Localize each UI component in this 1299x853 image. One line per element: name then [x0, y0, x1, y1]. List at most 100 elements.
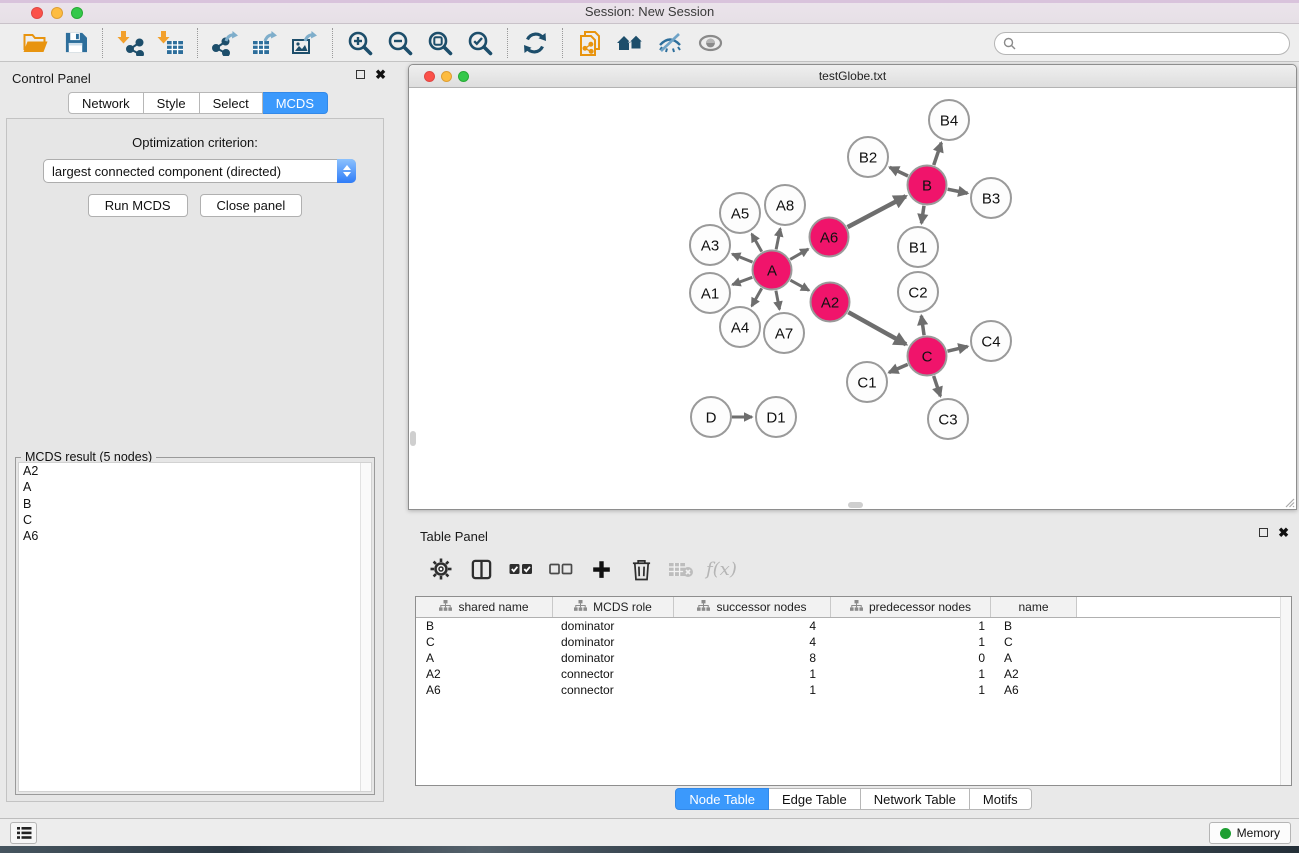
- graph-edge-A-A3[interactable]: [732, 254, 752, 262]
- graph-edge-B-B3[interactable]: [948, 189, 968, 193]
- mcds-result-item[interactable]: B: [19, 496, 371, 512]
- graph-node-C2[interactable]: C2: [898, 272, 938, 312]
- graph-edge-A6-B[interactable]: [848, 196, 906, 227]
- graph-node-A[interactable]: A: [753, 251, 792, 290]
- graph-node-A4[interactable]: A4: [720, 307, 760, 347]
- select-all-rows-icon[interactable]: [506, 554, 536, 584]
- graph-node-A8[interactable]: A8: [765, 185, 805, 225]
- graph-edge-C-C2[interactable]: [921, 316, 924, 335]
- cell-successor-nodes[interactable]: 4: [674, 618, 831, 634]
- graph-edge-A2-C[interactable]: [848, 312, 906, 344]
- graph-edge-B-B1[interactable]: [921, 206, 924, 223]
- cell-successor-nodes[interactable]: 4: [674, 634, 831, 650]
- mcds-result-item[interactable]: A6: [19, 528, 371, 544]
- cell-successor-nodes[interactable]: 1: [674, 682, 831, 698]
- column-header-successor-nodes[interactable]: successor nodes: [674, 597, 831, 617]
- graph-node-D1[interactable]: D1: [756, 397, 796, 437]
- cell-predecessor-nodes[interactable]: 1: [831, 666, 991, 682]
- graph-node-A7[interactable]: A7: [764, 313, 804, 353]
- table-tab-node-table[interactable]: Node Table: [675, 788, 769, 810]
- cell-predecessor-nodes[interactable]: 1: [831, 634, 991, 650]
- table-row[interactable]: A6connector11A6: [416, 682, 1291, 698]
- table-scrollbar[interactable]: [1280, 597, 1291, 785]
- show-columns-icon[interactable]: [466, 554, 496, 584]
- graph-edge-A-A1[interactable]: [733, 277, 753, 284]
- zoom-out-icon[interactable]: [380, 27, 420, 59]
- network-canvas[interactable]: AA1A3A4A5A7A8A6A2BB1B2B3B4CC1C2C3C4DD1: [409, 88, 1296, 509]
- cell-shared-name[interactable]: A: [416, 650, 553, 666]
- cell-predecessor-nodes[interactable]: 1: [831, 682, 991, 698]
- open-session-icon[interactable]: [15, 27, 55, 59]
- graph-node-C1[interactable]: C1: [847, 362, 887, 402]
- create-column-icon[interactable]: [586, 554, 616, 584]
- cell-shared-name[interactable]: A6: [416, 682, 553, 698]
- zoom-selected-icon[interactable]: [460, 27, 500, 59]
- cell-MCDS-role[interactable]: dominator: [553, 650, 674, 666]
- mcds-result-item[interactable]: C: [19, 512, 371, 528]
- cell-predecessor-nodes[interactable]: 0: [831, 650, 991, 666]
- graph-node-C[interactable]: C: [908, 337, 947, 376]
- cell-name[interactable]: A: [991, 650, 1077, 666]
- tab-style[interactable]: Style: [144, 92, 200, 114]
- table-tab-motifs[interactable]: Motifs: [970, 788, 1032, 810]
- save-session-icon[interactable]: [55, 27, 95, 59]
- cell-MCDS-role[interactable]: dominator: [553, 618, 674, 634]
- cell-MCDS-role[interactable]: connector: [553, 666, 674, 682]
- graph-edge-A-A5[interactable]: [752, 234, 762, 252]
- graph-edge-A-A7[interactable]: [776, 291, 780, 310]
- export-table-icon[interactable]: [245, 27, 285, 59]
- optimization-criterion-dropdown[interactable]: largest connected component (directed): [43, 159, 356, 183]
- graph-edge-C-C3[interactable]: [934, 376, 941, 396]
- close-table-panel-icon[interactable]: ✖: [1278, 528, 1289, 537]
- table-row[interactable]: Bdominator41B: [416, 618, 1291, 634]
- cell-name[interactable]: C: [991, 634, 1077, 650]
- float-table-panel-icon[interactable]: [1259, 528, 1268, 537]
- cell-name[interactable]: A2: [991, 666, 1077, 682]
- result-list-scrollbar[interactable]: [360, 463, 371, 791]
- search-input[interactable]: [1021, 37, 1281, 51]
- graph-node-C4[interactable]: C4: [971, 321, 1011, 361]
- unselect-all-rows-icon[interactable]: [546, 554, 576, 584]
- graph-edge-A-A4[interactable]: [752, 288, 762, 306]
- mcds-result-list[interactable]: A2ABCA6: [18, 462, 372, 792]
- graph-edge-B-B4[interactable]: [934, 143, 942, 165]
- task-history-button[interactable]: [10, 822, 37, 844]
- tab-select[interactable]: Select: [200, 92, 263, 114]
- cell-name[interactable]: B: [991, 618, 1077, 634]
- graph-node-B[interactable]: B: [908, 166, 947, 205]
- vertical-scroll-thumb[interactable]: [410, 431, 416, 446]
- graph-node-C3[interactable]: C3: [928, 399, 968, 439]
- cybrowser-home-icon[interactable]: [610, 27, 650, 59]
- column-header-predecessor-nodes[interactable]: predecessor nodes: [831, 597, 991, 617]
- export-network-icon[interactable]: [205, 27, 245, 59]
- cell-name[interactable]: A6: [991, 682, 1077, 698]
- table-tab-edge-table[interactable]: Edge Table: [769, 788, 861, 810]
- graph-node-A6[interactable]: A6: [810, 218, 849, 257]
- table-tab-network-table[interactable]: Network Table: [861, 788, 970, 810]
- column-header-shared-name[interactable]: shared name: [416, 597, 553, 617]
- cell-shared-name[interactable]: B: [416, 618, 553, 634]
- graph-edge-C-C4[interactable]: [947, 346, 967, 351]
- graph-node-B3[interactable]: B3: [971, 178, 1011, 218]
- graph-node-B1[interactable]: B1: [898, 227, 938, 267]
- mcds-result-item[interactable]: A2: [19, 463, 371, 479]
- graph-node-A3[interactable]: A3: [690, 225, 730, 265]
- show-graphics-icon[interactable]: [690, 27, 730, 59]
- graph-edge-A-A6[interactable]: [790, 249, 808, 259]
- memory-button[interactable]: Memory: [1209, 822, 1291, 844]
- graph-node-A1[interactable]: A1: [690, 273, 730, 313]
- clone-network-icon[interactable]: [570, 27, 610, 59]
- table-row[interactable]: Cdominator41C: [416, 634, 1291, 650]
- graph-edge-C-C1[interactable]: [889, 364, 908, 372]
- graph-edge-A-A2[interactable]: [790, 280, 809, 290]
- close-panel-icon[interactable]: ✖: [375, 70, 386, 79]
- run-mcds-button[interactable]: Run MCDS: [88, 194, 188, 217]
- import-network-icon[interactable]: [110, 27, 150, 59]
- graph-edge-A-A8[interactable]: [776, 229, 780, 250]
- hide-graphics-icon[interactable]: [650, 27, 690, 59]
- column-header-name[interactable]: name: [991, 597, 1077, 617]
- zoom-fit-icon[interactable]: [420, 27, 460, 59]
- import-table-icon[interactable]: [150, 27, 190, 59]
- horizontal-scroll-thumb[interactable]: [848, 502, 863, 508]
- table-row[interactable]: A2connector11A2: [416, 666, 1291, 682]
